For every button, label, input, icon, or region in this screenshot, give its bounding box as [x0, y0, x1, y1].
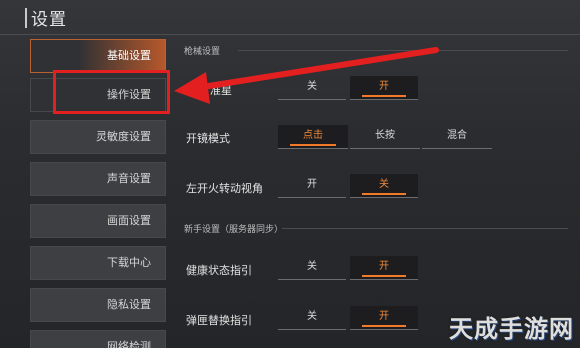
clip-guide-on-option[interactable]: 开: [350, 306, 418, 330]
scope-mixed-option[interactable]: 混合: [422, 125, 492, 149]
row-label-clip-guide: 弹匣替换指引: [186, 314, 252, 327]
sidebar-item-sensitivity[interactable]: 灵敏度设置: [30, 120, 166, 154]
sidebar-item-sound[interactable]: 声音设置: [30, 162, 166, 196]
section-title-gun: 枪械设置: [184, 47, 221, 57]
sidebar-item-graphics[interactable]: 画面设置: [30, 204, 166, 238]
sidebar-item-downloads[interactable]: 下载中心: [30, 246, 166, 280]
row-label-scope-mode: 开镜模式: [186, 132, 230, 145]
page-title: 设置: [31, 10, 67, 30]
row-label-health-guide: 健康状态指引: [186, 264, 252, 277]
sidebar-item-network[interactable]: 网络检测: [30, 330, 166, 348]
health-guide-on-option[interactable]: 开: [350, 256, 418, 280]
sidebar-item-privacy[interactable]: 隐私设置: [30, 288, 166, 322]
settings-screen: 设置 基础设置 操作设置 灵敏度设置 声音设置 画面设置 下载中心 隐私设置 网…: [0, 0, 580, 348]
clip-guide-off-option[interactable]: 关: [278, 306, 346, 330]
settings-panel: 枪械设置 准星 关 开 开镜模式 点击 长按 混合 左开火转动视角 开 关 新手…: [178, 36, 580, 348]
health-guide-off-option[interactable]: 关: [278, 256, 346, 280]
title-accent-bar: [25, 8, 27, 28]
annotation-highlight-box: [53, 70, 170, 114]
header: 设置: [0, 0, 580, 36]
section-title-newbie: 新手设置（服务器同步）: [184, 225, 284, 235]
scope-hold-option[interactable]: 长按: [350, 125, 420, 149]
crosshair-on-option[interactable]: 开: [350, 76, 418, 100]
crosshair-off-option[interactable]: 关: [278, 76, 346, 100]
fire-view-on-option[interactable]: 开: [278, 174, 346, 198]
scope-tap-option[interactable]: 点击: [278, 125, 348, 149]
section-divider: [282, 228, 568, 229]
watermark-logo: 天成手游网: [449, 315, 574, 343]
header-divider: [0, 34, 580, 35]
section-divider: [238, 50, 568, 51]
fire-view-off-option[interactable]: 关: [350, 174, 418, 198]
row-label-fire-view: 左开火转动视角: [186, 182, 263, 195]
row-label-crosshair: 准星: [210, 84, 232, 97]
sidebar-item-basic[interactable]: 基础设置: [30, 39, 166, 73]
